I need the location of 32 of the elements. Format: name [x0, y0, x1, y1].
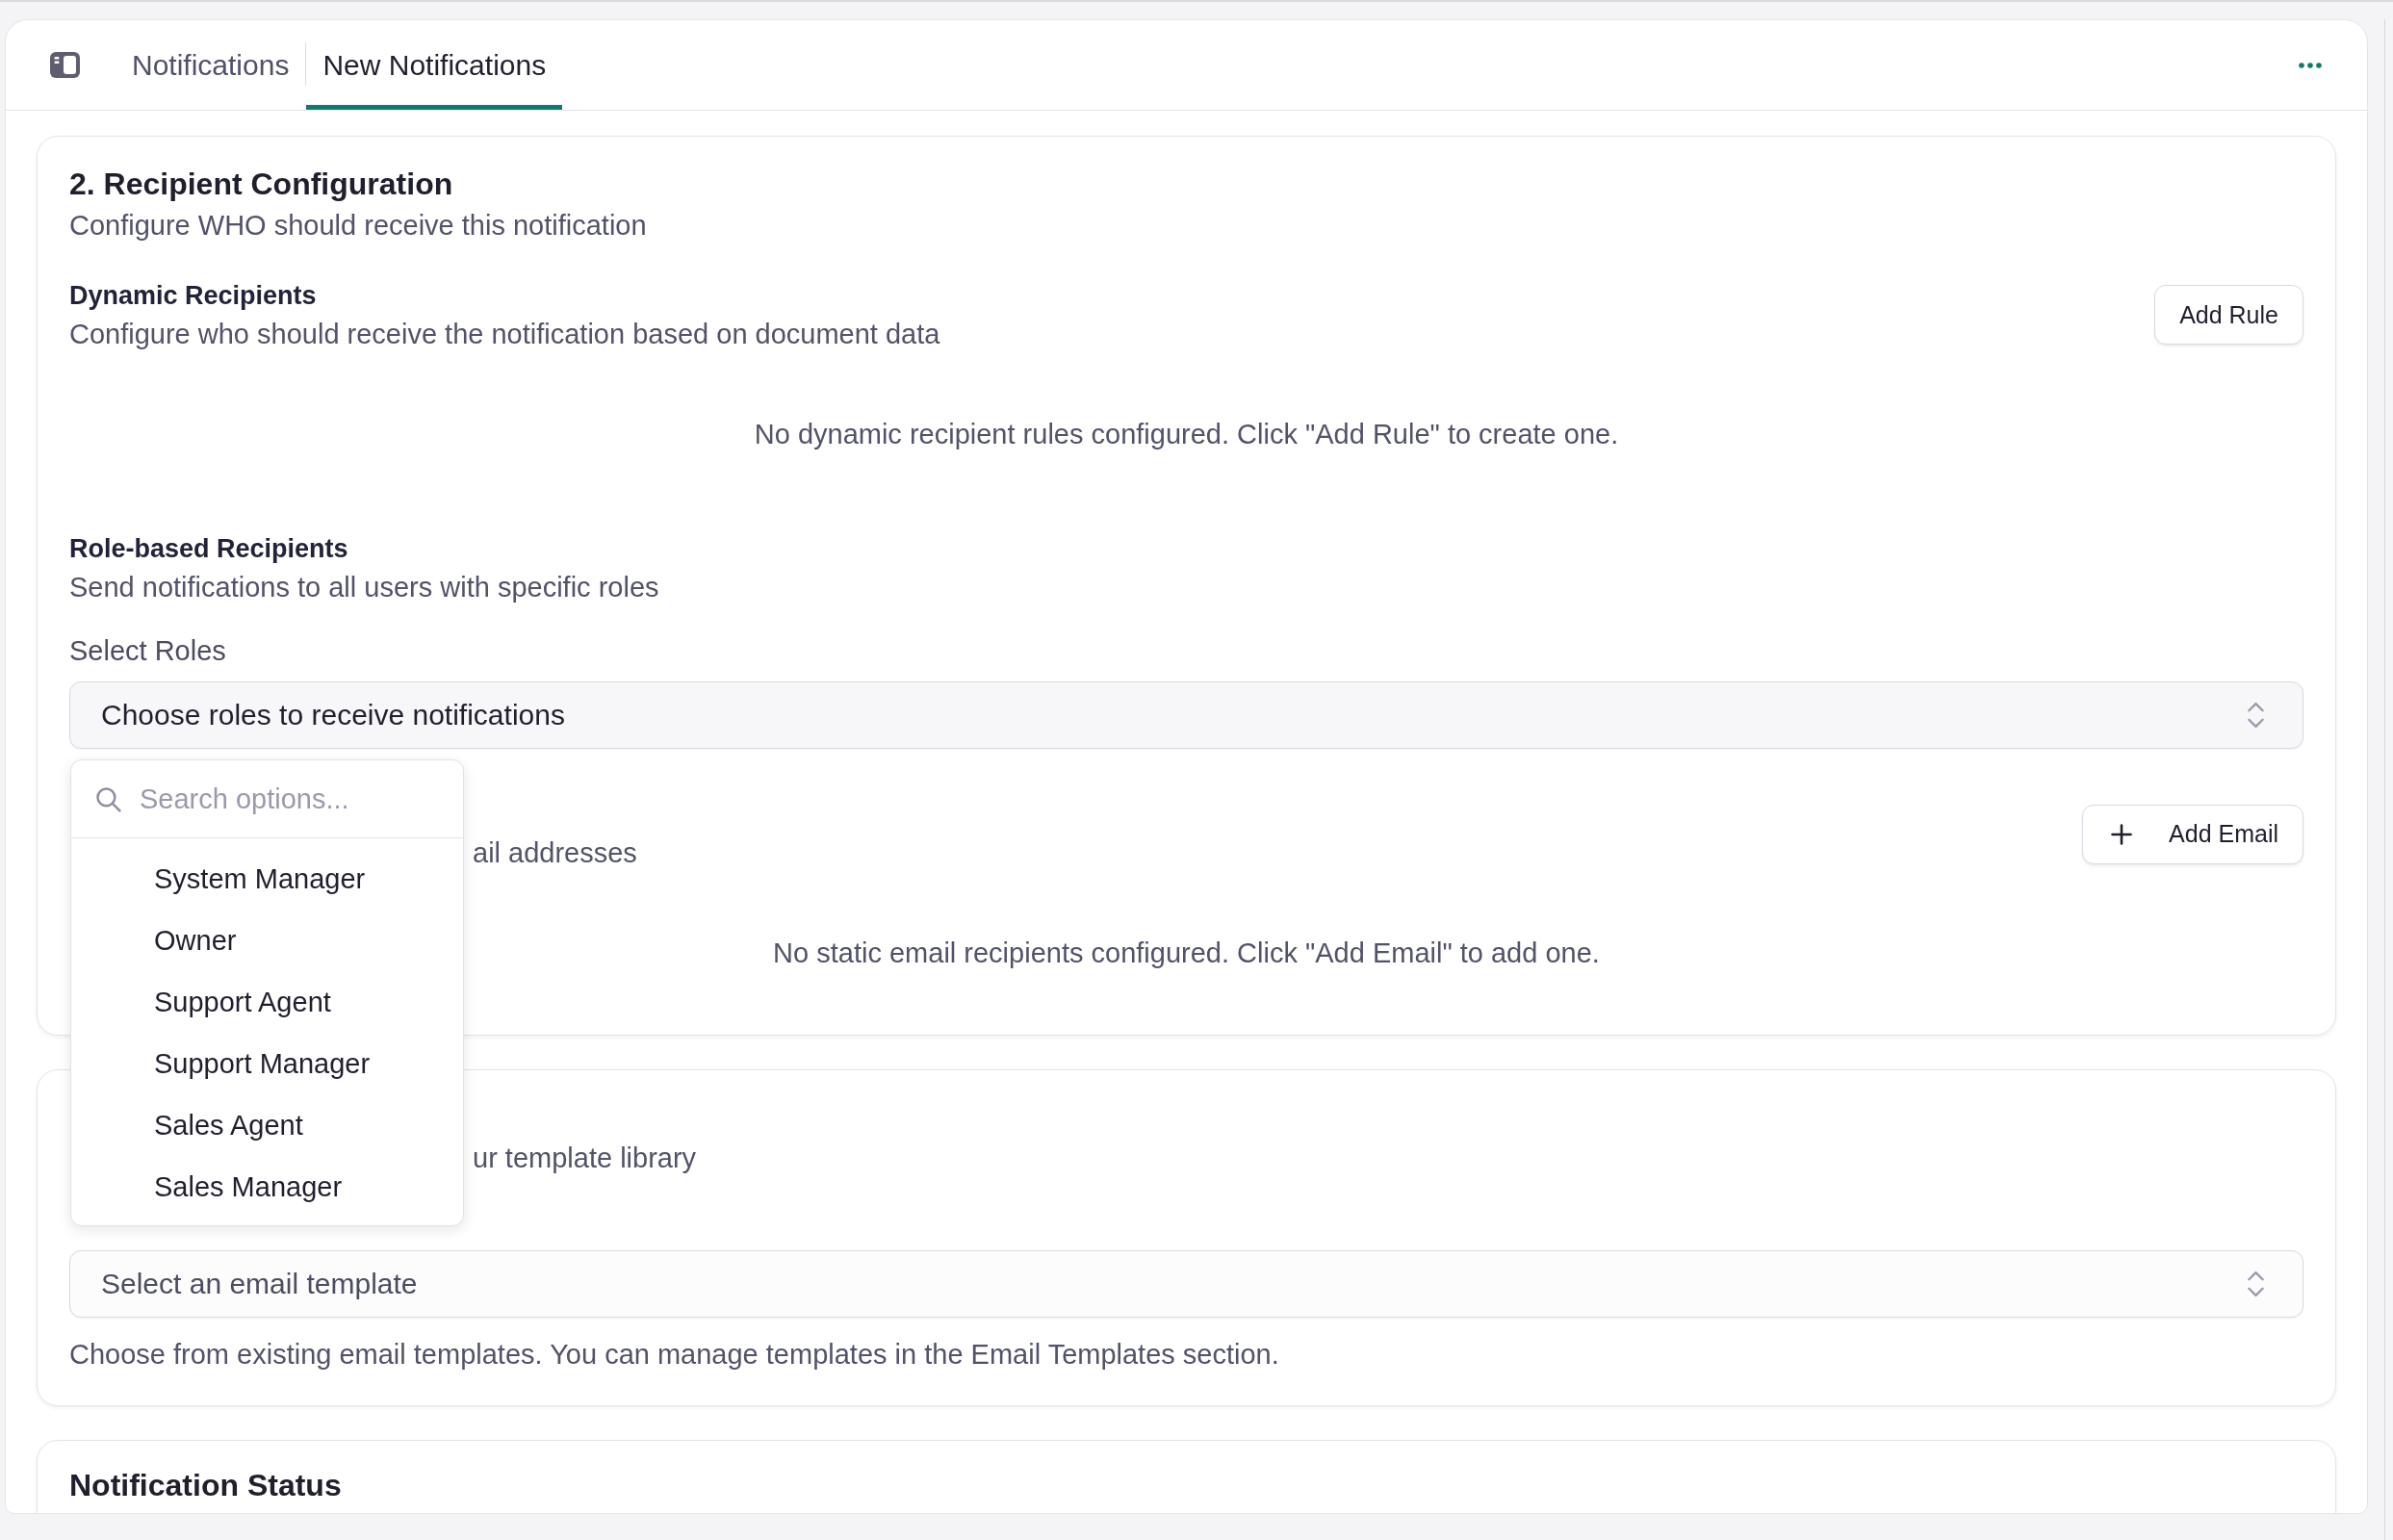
subsection-description: Configure who should receive the notification based on document data — [69, 318, 940, 351]
tab[interactable]: New Notifications — [306, 20, 563, 110]
roles-select[interactable]: Choose roles to receive notifications — [69, 681, 2303, 749]
empty-state-text: No static email recipients configured. Click "Add Email" to add one. — [773, 937, 1600, 970]
help-text: Choose from existing email templates. You can manage templates in the Email Templates section. — [69, 1338, 1279, 1372]
search-field[interactable]: Search options... — [140, 783, 380, 815]
section-subtitle: ur template library — [473, 1142, 697, 1175]
tab[interactable]: Notifications — [116, 20, 306, 110]
section-title: 2. Recipient Configuration — [69, 166, 453, 203]
plus-icon — [2111, 823, 2133, 845]
field-label: Select Roles — [69, 634, 226, 668]
subsection-description: Send notifications to all users with specific roles — [69, 571, 659, 604]
dropdown-option[interactable]: Sales Agent — [71, 1094, 463, 1156]
chevron-up-down-icon — [2248, 703, 2264, 728]
dropdown-option[interactable]: System Manager — [71, 848, 463, 910]
dropdown-option[interactable]: Support Manager — [71, 1033, 463, 1094]
sidebar-icon[interactable] — [50, 52, 80, 78]
empty-state-text: No dynamic recipient rules configured. Click "Add Rule" to create one. — [754, 418, 1619, 451]
add-rule-button[interactable]: Add Rule — [2154, 285, 2303, 345]
chevron-up-down-icon — [2248, 1271, 2264, 1296]
add-email-button[interactable]: Add Email — [2082, 804, 2303, 864]
dropdown-option[interactable]: Sales Manager — [71, 1156, 463, 1218]
subsection-heading: Dynamic Recipients — [69, 280, 317, 312]
dropdown-option[interactable]: Owner — [71, 910, 463, 971]
subsection-heading: Role-based Recipients — [69, 533, 348, 565]
ellipsis-icon[interactable] — [2299, 62, 2322, 68]
dropdown-option[interactable]: Support Agent — [71, 971, 463, 1033]
subsection-description: ail addresses — [473, 836, 637, 870]
section-subtitle: Configure WHO should receive this notification — [69, 209, 647, 243]
search-icon — [95, 785, 121, 812]
section-title: Notification Status — [69, 1467, 342, 1504]
template-select[interactable]: Select an email template — [69, 1250, 2303, 1318]
